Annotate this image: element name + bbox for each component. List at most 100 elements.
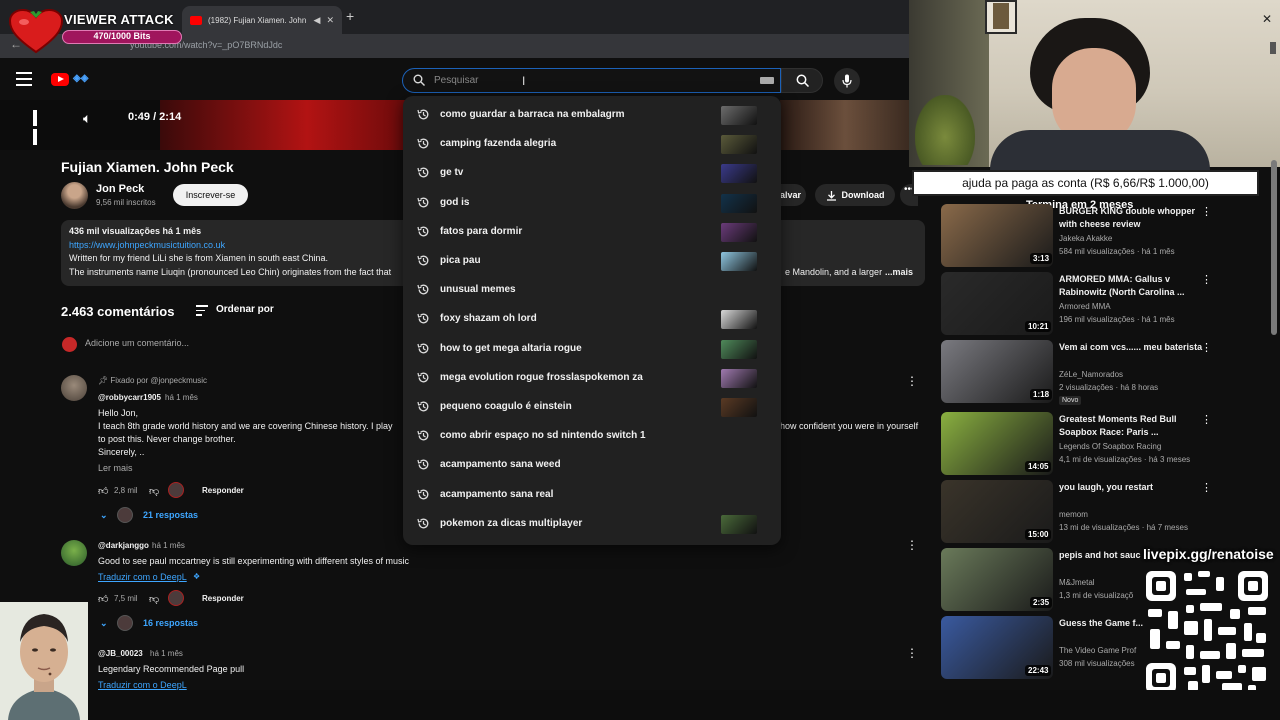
video-channel[interactable]: Jakeka Akakke xyxy=(1059,234,1112,243)
close-icon[interactable]: ✕ xyxy=(1262,12,1272,26)
search-suggestion[interactable]: unusual memes xyxy=(403,276,781,305)
add-comment-input[interactable]: Adicione um comentário... xyxy=(85,338,189,348)
scrollbar[interactable] xyxy=(1271,160,1277,335)
video-channel[interactable]: M&Jmetal xyxy=(1059,578,1095,587)
video-title[interactable]: Greatest Moments Red Bull Soapbox Race: … xyxy=(1059,413,1209,439)
comment-menu-icon[interactable]: ⋮ xyxy=(906,646,918,660)
search-suggestion[interactable]: mega evolution rogue frosslaspokemon za xyxy=(403,364,781,393)
youtube-logo-icon[interactable] xyxy=(51,73,69,86)
reply-button[interactable]: Responder xyxy=(202,594,244,603)
streamer-shirt xyxy=(990,130,1210,170)
pinned-text: Fixado por @jonpeckmusic xyxy=(110,376,207,385)
reply-button[interactable]: Responder xyxy=(202,486,244,495)
description-more-button[interactable]: ...mais xyxy=(885,267,913,277)
channel-avatar[interactable] xyxy=(61,182,88,209)
pause-icon[interactable] xyxy=(33,110,47,145)
video-meta: 4,1 mi de visualizações · há 3 meses xyxy=(1059,455,1191,464)
search-suggestion[interactable]: pica pau xyxy=(403,247,781,276)
suggestion-thumbnail xyxy=(721,252,757,271)
translate-link[interactable]: Traduzir com o DeepL xyxy=(98,572,187,582)
translate-link[interactable]: Traduzir com o DeepL xyxy=(98,680,187,690)
video-title[interactable]: ARMORED MMA: Gallus v Rabinowitz (North … xyxy=(1059,273,1209,299)
like-icon[interactable]: 👍︎ xyxy=(98,485,108,497)
search-suggestion[interactable]: god is xyxy=(403,189,781,218)
comment-time[interactable]: há 1 mês xyxy=(150,649,183,658)
video-menu-icon[interactable]: ⋮ xyxy=(1201,481,1212,494)
description-text: Written for my friend LiLi she is from X… xyxy=(69,253,328,263)
description-link[interactable]: https://www.johnpeckmusictuition.co.uk xyxy=(69,240,225,250)
search-suggestion[interactable]: foxy shazam oh lord xyxy=(403,305,781,334)
video-duration: 22:43 xyxy=(1025,665,1052,676)
comment-author[interactable]: @darkjanggo xyxy=(98,541,149,550)
search-suggestion[interactable]: camping fazenda alegria xyxy=(403,130,781,159)
tab-mute-icon[interactable]: ◀ xyxy=(314,15,321,26)
comment-author[interactable]: @robbycarr1905 xyxy=(98,393,161,402)
deepl-icon: ❖ xyxy=(193,572,201,581)
video-channel[interactable]: Legends Of Soapbox Racing xyxy=(1059,442,1161,451)
comment-avatar[interactable] xyxy=(61,375,87,401)
comment-time[interactable]: há 1 mês xyxy=(165,393,198,402)
video-title[interactable]: Vem ai com vcs...... meu baterista xyxy=(1059,341,1209,354)
description-meta: 436 mil visualizações há 1 mês xyxy=(69,226,202,236)
suggestion-text: fatos para dormir xyxy=(440,225,523,237)
menu-icon[interactable] xyxy=(16,72,32,86)
video-duration: 1:18 xyxy=(1030,389,1053,400)
like-count: 7,5 mil xyxy=(114,594,138,603)
video-frame xyxy=(160,100,405,150)
video-title[interactable]: BURGER KING double whopper with cheese r… xyxy=(1059,205,1209,231)
chevron-down-icon: ⌄ xyxy=(100,510,108,520)
new-tab-icon[interactable]: + xyxy=(346,8,354,24)
search-suggestion[interactable]: como abrir espaço no sd nintendo switch … xyxy=(403,422,781,451)
history-icon xyxy=(417,197,429,208)
download-button[interactable]: Download xyxy=(815,184,895,206)
sort-button[interactable]: Ordenar por xyxy=(216,304,274,315)
subscribe-button[interactable]: Inscrever-se xyxy=(173,184,248,206)
reply-avatar xyxy=(117,615,133,631)
tab-close-icon[interactable]: ✕ xyxy=(326,15,334,26)
history-icon xyxy=(417,109,429,120)
search-suggestion[interactable]: how to get mega altaria rogue xyxy=(403,335,781,364)
extension-logo-icon[interactable]: ◈◈ xyxy=(73,73,88,84)
replies-toggle[interactable]: ⌄ xyxy=(100,510,108,521)
volume-icon[interactable]: 🔈︎ xyxy=(83,110,91,127)
keyboard-icon[interactable] xyxy=(760,77,774,84)
video-menu-icon[interactable]: ⋮ xyxy=(1201,205,1212,218)
search-suggestion[interactable]: acampamento sana weed xyxy=(403,451,781,480)
channel-name[interactable]: Jon Peck xyxy=(96,183,144,195)
search-input[interactable] xyxy=(434,72,734,88)
comment-avatar[interactable] xyxy=(61,540,87,566)
replies-toggle[interactable]: ⌄ xyxy=(100,618,108,629)
video-title[interactable]: you laugh, you restart xyxy=(1059,481,1209,494)
video-channel[interactable]: memom xyxy=(1059,510,1088,519)
search-suggestion[interactable]: acampamento sana real xyxy=(403,481,781,510)
comment-menu-icon[interactable]: ⋮ xyxy=(906,538,918,552)
comment-author[interactable]: @JB_00023 xyxy=(98,649,143,658)
subscriber-count: 9,56 mil inscritos xyxy=(96,198,156,207)
like-icon[interactable]: 👍︎ xyxy=(98,593,108,605)
sort-icon[interactable] xyxy=(196,305,208,316)
read-more-button[interactable]: Ler mais xyxy=(98,463,133,473)
video-menu-icon[interactable]: ⋮ xyxy=(1201,341,1212,354)
comment-time[interactable]: há 1 mês xyxy=(152,541,185,550)
search-suggestion[interactable]: como guardar a barraca na embalagrm xyxy=(403,101,781,130)
search-suggestion[interactable]: pokemon za dicas multiplayer xyxy=(403,510,781,539)
dislike-icon[interactable]: 👎︎ xyxy=(149,593,159,605)
browser-tab[interactable]: (1982) Fujian Xiamen. John ◀ ✕ xyxy=(182,6,342,34)
video-channel[interactable]: ZéLe_Namorados xyxy=(1059,370,1123,379)
replies-count[interactable]: 21 respostas xyxy=(143,510,198,520)
scrollbar[interactable] xyxy=(1270,42,1276,54)
search-icon[interactable] xyxy=(796,74,809,87)
video-channel[interactable]: Armored MMA xyxy=(1059,302,1111,311)
video-meta: 2 visualizações · há 8 horas xyxy=(1059,383,1159,392)
video-channel[interactable]: The Video Game Prof xyxy=(1059,646,1136,655)
video-menu-icon[interactable]: ⋮ xyxy=(1201,273,1212,286)
search-suggestion[interactable]: fatos para dormir xyxy=(403,218,781,247)
download-label: Download xyxy=(841,190,885,200)
dislike-icon[interactable]: 👎︎ xyxy=(149,485,159,497)
comment-menu-icon[interactable]: ⋮ xyxy=(906,374,918,388)
history-icon xyxy=(417,401,429,412)
search-suggestion[interactable]: ge tv xyxy=(403,159,781,188)
replies-count[interactable]: 16 respostas xyxy=(143,618,198,628)
video-menu-icon[interactable]: ⋮ xyxy=(1201,413,1212,426)
search-suggestion[interactable]: pequeno coagulo é einstein xyxy=(403,393,781,422)
